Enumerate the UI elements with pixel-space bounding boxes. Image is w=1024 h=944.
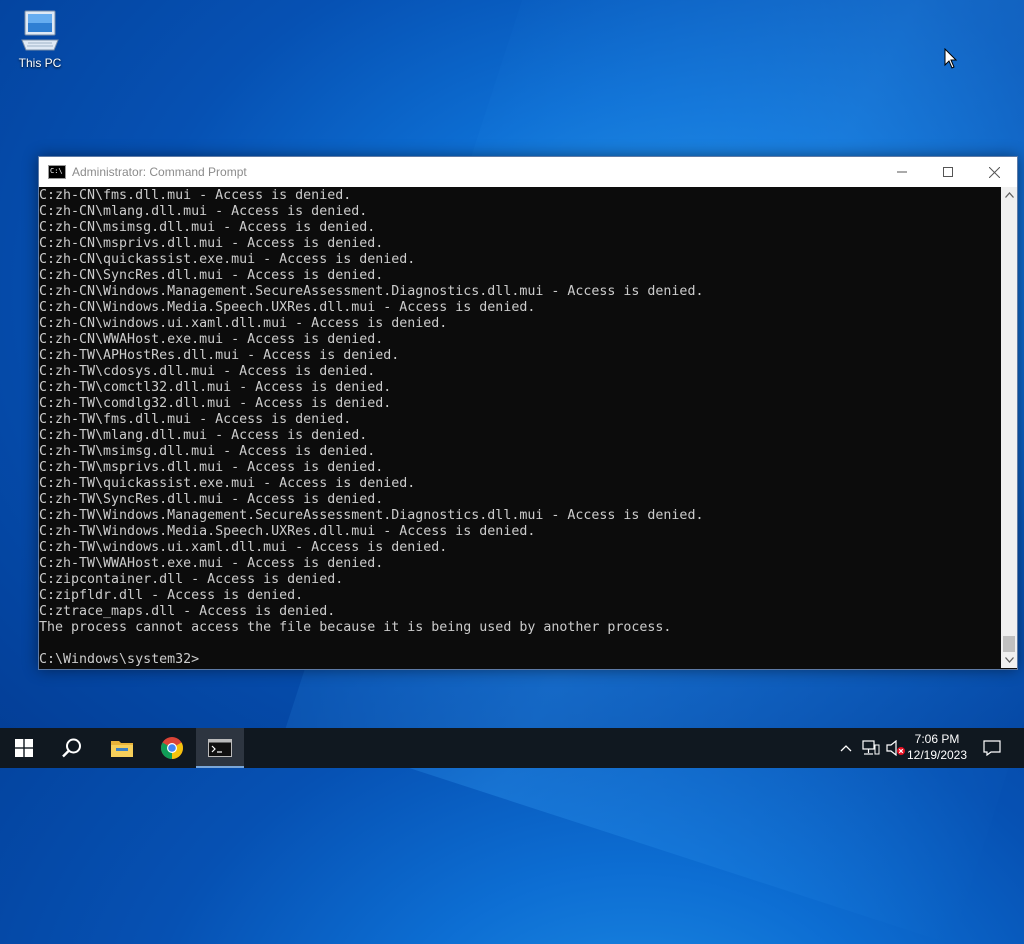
desktop-icon-label: This PC [18, 56, 62, 70]
chrome-button[interactable] [148, 728, 196, 768]
console-line: C:zh-CN\fms.dll.mui - Access is denied. [39, 188, 352, 203]
console-line: C:zh-TW\cdosys.dll.mui - Access is denie… [39, 364, 376, 379]
scroll-up-button[interactable] [1001, 187, 1017, 203]
console-line: C:zh-CN\mlang.dll.mui - Access is denied… [39, 204, 368, 219]
minimize-button[interactable] [879, 157, 925, 187]
cmd-icon [48, 165, 66, 179]
console-line: C:zh-CN\Windows.Media.Speech.UXRes.dll.m… [39, 300, 536, 315]
console-line: C:zh-CN\WWAHost.exe.mui - Access is deni… [39, 332, 384, 347]
close-button[interactable] [971, 157, 1017, 187]
scroll-down-button[interactable] [1001, 652, 1017, 668]
console-line: C:zh-TW\comdlg32.dll.mui - Access is den… [39, 396, 392, 411]
file-explorer-button[interactable] [98, 728, 146, 768]
console-output[interactable]: C:zh-CN\fms.dll.mui - Access is denied. C… [39, 187, 1001, 668]
clock-time: 7:06 PM [914, 732, 960, 746]
console-line: C:zh-CN\SyncRes.dll.mui - Access is deni… [39, 268, 384, 283]
console-line: C:zh-TW\quickassist.exe.mui - Access is … [39, 476, 416, 491]
mouse-cursor-icon [944, 48, 958, 69]
command-prompt-window[interactable]: Administrator: Command Prompt C:zh-CN\fm… [38, 156, 1018, 670]
console-line: C:zh-CN\msimsg.dll.mui - Access is denie… [39, 220, 376, 235]
search-icon [62, 738, 81, 758]
console-line: C:zh-TW\WWAHost.exe.mui - Access is deni… [39, 556, 384, 571]
vertical-scrollbar[interactable] [1001, 187, 1017, 668]
notification-icon [983, 740, 1001, 756]
console-line: C:zh-TW\Windows.Management.SecureAssessm… [39, 508, 704, 523]
console-line: C:zh-TW\APHostRes.dll.mui - Access is de… [39, 348, 400, 363]
console-line: C:zh-CN\msprivs.dll.mui - Access is deni… [39, 236, 384, 251]
action-center-button[interactable] [978, 728, 1006, 768]
chevron-down-icon [1004, 657, 1014, 663]
window-title: Administrator: Command Prompt [72, 165, 247, 179]
console-line: C:zh-CN\quickassist.exe.mui - Access is … [39, 252, 416, 267]
minimize-icon [897, 171, 907, 173]
console-line: C:zh-TW\windows.ui.xaml.dll.mui - Access… [39, 540, 448, 555]
close-icon [988, 166, 1000, 178]
chrome-icon [161, 737, 183, 759]
desktop-icon-this-pc[interactable]: This PC [12, 8, 68, 70]
windows-logo-icon [15, 739, 33, 757]
window-titlebar[interactable]: Administrator: Command Prompt [39, 157, 1017, 187]
chevron-up-icon [840, 745, 852, 752]
clock-date: 12/19/2023 [906, 748, 968, 762]
console-line: C:ztrace_maps.dll - Access is denied. [39, 604, 336, 619]
computer-icon [21, 10, 59, 51]
console-line: C:zh-TW\SyncRes.dll.mui - Access is deni… [39, 492, 384, 507]
console-line: C:zh-TW\fms.dll.mui - Access is denied. [39, 412, 352, 427]
show-hidden-icons-button[interactable] [836, 728, 856, 768]
cmd-icon [208, 739, 232, 757]
taskbar: 7:06 PM 12/19/2023 [0, 728, 1024, 768]
chevron-up-icon [1004, 192, 1014, 198]
console-line: C:zh-TW\msprivs.dll.mui - Access is deni… [39, 460, 384, 475]
console-line: C:\Windows\system32> [39, 652, 200, 667]
console-line: C:zh-CN\Windows.Management.SecureAssessm… [39, 284, 704, 299]
console-line: C:zh-TW\comctl32.dll.mui - Access is den… [39, 380, 392, 395]
start-button[interactable] [0, 728, 48, 768]
console-line: C:zh-TW\mlang.dll.mui - Access is denied… [39, 428, 368, 443]
folder-icon [111, 741, 133, 757]
command-prompt-taskbar-button[interactable] [196, 728, 244, 768]
maximize-icon [943, 167, 953, 177]
search-button[interactable] [48, 728, 96, 768]
console-line: C:zh-TW\Windows.Media.Speech.UXRes.dll.m… [39, 524, 536, 539]
console-line: C:zh-CN\windows.ui.xaml.dll.mui - Access… [39, 316, 448, 331]
scrollbar-thumb[interactable] [1003, 636, 1015, 652]
network-button[interactable] [860, 728, 882, 768]
console-line: C:zh-TW\msimsg.dll.mui - Access is denie… [39, 444, 376, 459]
console-line: The process cannot access the file becau… [39, 620, 672, 635]
console-line: C:zipcontainer.dll - Access is denied. [39, 572, 344, 587]
network-icon [862, 740, 880, 755]
maximize-button[interactable] [925, 157, 971, 187]
console-line: C:zipfldr.dll - Access is denied. [39, 588, 304, 603]
clock[interactable]: 7:06 PM 12/19/2023 [902, 731, 972, 763]
console-lines: C:zh-CN\fms.dll.mui - Access is denied. C… [39, 188, 703, 668]
